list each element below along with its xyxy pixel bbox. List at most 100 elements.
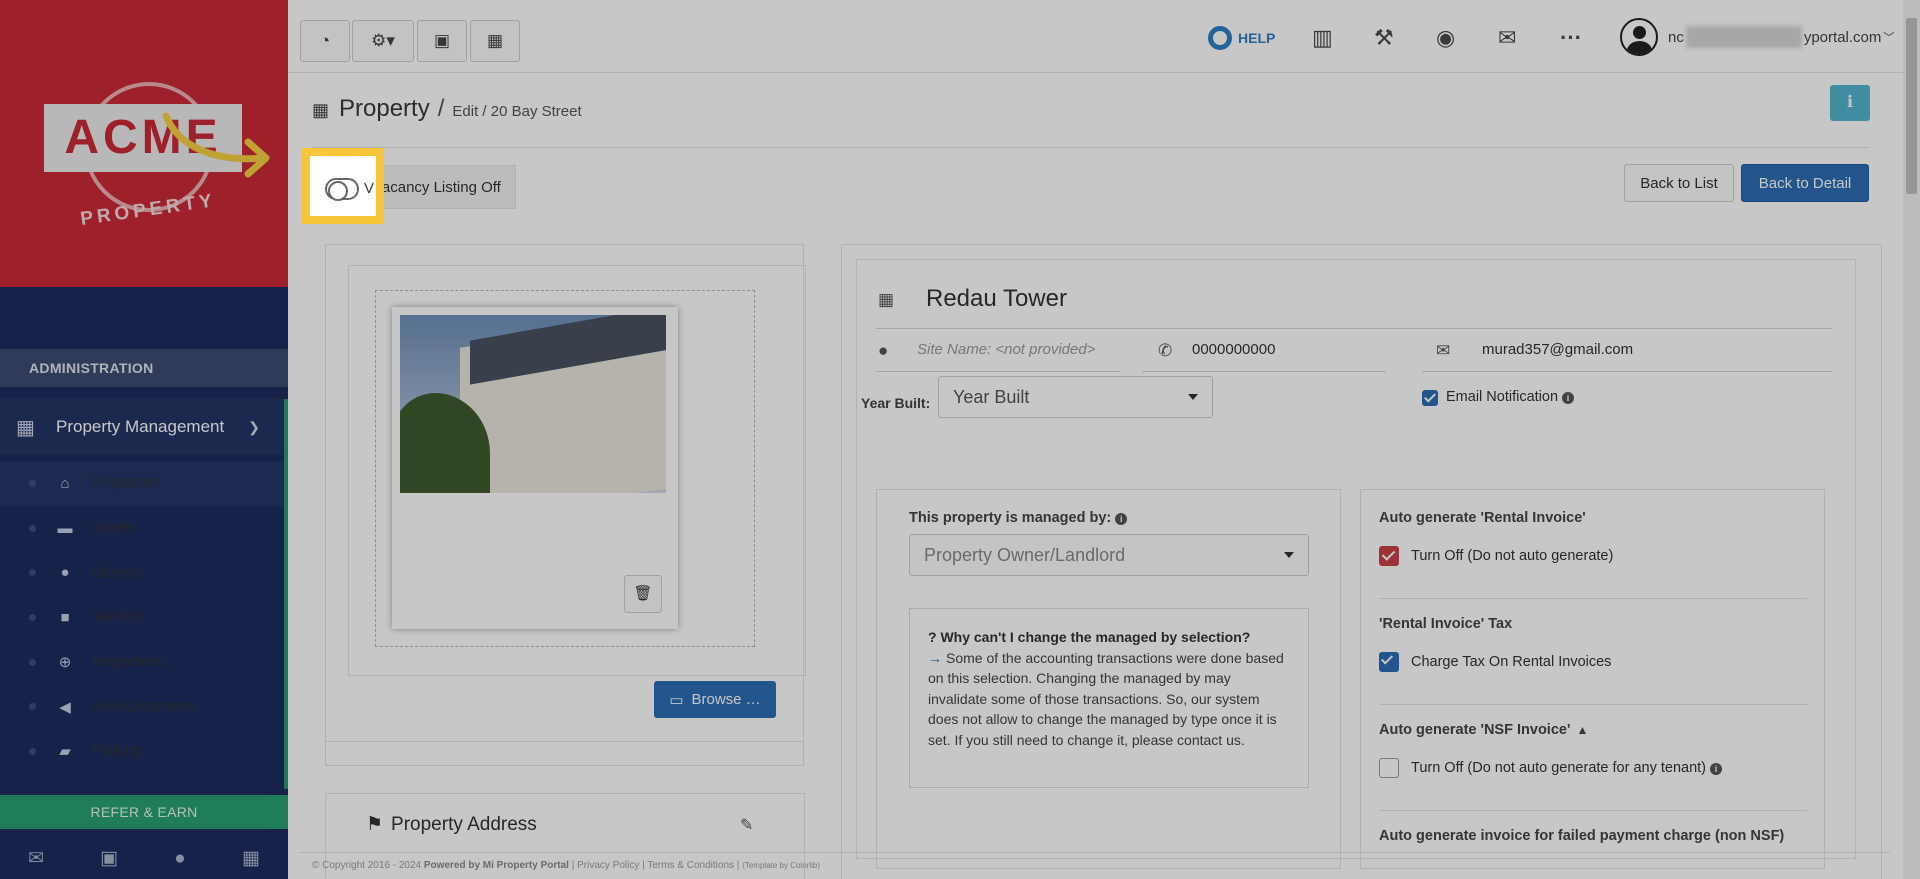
user-icon[interactable]: ● <box>174 848 185 870</box>
sidebar-item-properties[interactable]: ⌂ Properties <box>0 461 284 506</box>
signpost-icon: ⚑ <box>366 814 384 835</box>
sidebar-item-label: Assets <box>92 520 136 537</box>
edit-icon: ✎ <box>740 817 754 834</box>
refer-and-earn-button[interactable]: REFER & EARN <box>0 795 288 829</box>
sidebar-item-parking[interactable]: ▰ Parking <box>0 729 284 774</box>
info-icon[interactable]: i <box>1562 392 1575 404</box>
charge-tax-label: Charge Tax On Rental Invoices <box>1411 654 1612 670</box>
settings-dropdown-button[interactable]: ⚙▾ <box>352 20 414 62</box>
site-name-field[interactable]: Site Name: <not provided> <box>917 341 1095 358</box>
sidebar-item-vendors[interactable]: ■ Vendors <box>0 595 284 640</box>
edit-address-button[interactable]: ✎ <box>740 815 753 835</box>
address-heading: ⚑ Property Address <box>366 813 537 836</box>
page-scrollbar[interactable] <box>1903 0 1920 879</box>
sidebar-group-property-management[interactable]: ▦ Property Management ❯ <box>0 399 288 455</box>
panel-divider <box>326 741 803 742</box>
sidebar-item-announcements[interactable]: ◀ Announcements <box>0 684 284 729</box>
photo-card: 🗑 <box>392 307 678 629</box>
rental-invoice-title: Auto generate 'Rental Invoice' <box>1379 510 1586 526</box>
nsf-invoice-off-checkbox[interactable] <box>1379 758 1399 778</box>
browse-button[interactable]: ▭ Browse … <box>654 681 776 718</box>
sidebar-submenu: ⌂ Properties ▬ Assets ● Owners ■ Vendors… <box>0 455 288 789</box>
managed-by-select[interactable]: Property Owner/Landlord <box>909 534 1309 576</box>
archive-icon: ▬ <box>57 519 73 537</box>
sidebar-item-inspections[interactable]: ⊕ Inspections <box>0 640 284 685</box>
footer: © Copyright 2016 - 2024 Powered by Mi Pr… <box>312 860 820 871</box>
briefcase-icon: ■ <box>60 608 70 626</box>
ellipsis-icon: ··· <box>1560 25 1582 50</box>
email-field[interactable]: murad357@gmail.com <box>1482 341 1633 358</box>
privacy-policy-link[interactable]: Privacy Policy <box>577 860 639 871</box>
highlighted-toggle-letter: V <box>364 180 375 197</box>
user-menu[interactable]: nc yportal.com ﹀ <box>1620 18 1894 56</box>
calculator-icon[interactable]: ▦ <box>242 847 260 870</box>
info-icon: ℹ <box>1846 94 1854 111</box>
info-icon[interactable]: i <box>1710 763 1723 775</box>
failed-payment-title: Auto generate invoice for failed payment… <box>1379 828 1785 844</box>
phone-field[interactable]: 0000000000 <box>1192 341 1275 358</box>
back-to-list-button[interactable]: Back to List <box>1624 164 1734 202</box>
property-name[interactable]: Redau Tower <box>926 285 1067 313</box>
bullet-dot <box>29 569 36 577</box>
year-built-select[interactable]: Year Built <box>938 376 1213 418</box>
sidebar-item-label: Owners <box>92 564 142 581</box>
phone-icon: ✆ <box>1158 341 1173 360</box>
building-icon: ▦ <box>878 290 895 309</box>
calculator-button[interactable]: ▦ <box>470 20 520 62</box>
info-icon[interactable]: i <box>1115 513 1128 525</box>
terms-link[interactable]: Terms & Conditions <box>647 860 734 871</box>
question-circle-icon: ? <box>928 629 941 645</box>
highlighted-vacancy-toggle[interactable]: V <box>310 156 376 216</box>
help-link[interactable]: HELP <box>1208 18 1275 58</box>
rental-invoice-off-checkbox[interactable] <box>1379 546 1399 566</box>
header-divider <box>312 147 1870 148</box>
tools-button[interactable]: ⚒ <box>1374 18 1394 58</box>
page-title: Property <box>339 95 430 122</box>
property-photo <box>400 315 666 493</box>
breadcrumb-separator: / <box>437 95 445 122</box>
sidebar-item-label: Inspections <box>92 654 166 671</box>
info-button[interactable]: ℹ <box>1830 85 1870 121</box>
back-to-detail-button[interactable]: Back to Detail <box>1741 164 1869 202</box>
warning-icon: ▲ <box>1576 723 1589 737</box>
notice-body-text: Some of the accounting transactions were… <box>928 649 1284 748</box>
envelope-icon[interactable]: ✉ <box>28 847 44 870</box>
map-marker-icon: ● <box>878 341 889 360</box>
sidebar-item-assets[interactable]: ▬ Assets <box>0 506 284 551</box>
notice-question: ? Why can't I change the managed by sele… <box>928 627 1288 648</box>
bullet-dot <box>29 658 36 666</box>
calendar-button[interactable]: ▣ <box>417 20 467 62</box>
logo-area: ACME PROPERTY <box>0 0 288 287</box>
address-title: Property Address <box>391 813 537 835</box>
scrollbar-thumb[interactable] <box>1906 18 1917 194</box>
powered-by-link[interactable]: Powered by Mi Property Portal <box>424 860 569 871</box>
rental-tax-title: 'Rental Invoice' Tax <box>1379 616 1513 632</box>
sidebar-group-label: Property Management <box>56 417 225 436</box>
name-divider <box>876 328 1832 329</box>
email-notification-checkbox[interactable] <box>1422 390 1438 406</box>
charge-tax-checkbox[interactable] <box>1379 652 1399 672</box>
phone-underline <box>1142 371 1386 372</box>
messages-button[interactable]: ✉ <box>1498 18 1516 58</box>
more-button[interactable]: ··· <box>1560 18 1582 58</box>
section-divider <box>1379 598 1807 599</box>
reports-button[interactable]: ▥ <box>1312 18 1333 58</box>
dashboard-button[interactable]: ◔ <box>300 20 350 62</box>
envelope-icon: ✉ <box>1498 25 1517 50</box>
photo-dropzone[interactable]: 🗑 <box>375 290 755 647</box>
copyright-text: © Copyright 2016 - 2024 <box>312 860 422 871</box>
delete-photo-button[interactable]: 🗑 <box>624 575 662 613</box>
calendar-check-icon: ▣ <box>433 31 451 50</box>
sidebar-item-label: Vendors <box>92 609 146 626</box>
preview-button[interactable]: ◉ <box>1436 18 1455 58</box>
dashboard-icon: ◔ <box>319 31 331 50</box>
wrench-icon: ⚒ <box>1374 25 1394 50</box>
property-details-panel: ▦ Redau Tower ● Site Name: <not provided… <box>841 244 1882 879</box>
caret-down-icon <box>1284 552 1294 558</box>
photo-panel: 🗑 ▭ Browse … <box>325 244 806 766</box>
notice-question-text: Why can't I change the managed by select… <box>940 629 1251 645</box>
sidebar-item-owners[interactable]: ● Owners <box>0 550 284 595</box>
briefcase-icon[interactable]: ▣ <box>100 847 118 870</box>
caret-down-icon <box>1188 394 1198 400</box>
home-icon: ⌂ <box>60 474 70 492</box>
